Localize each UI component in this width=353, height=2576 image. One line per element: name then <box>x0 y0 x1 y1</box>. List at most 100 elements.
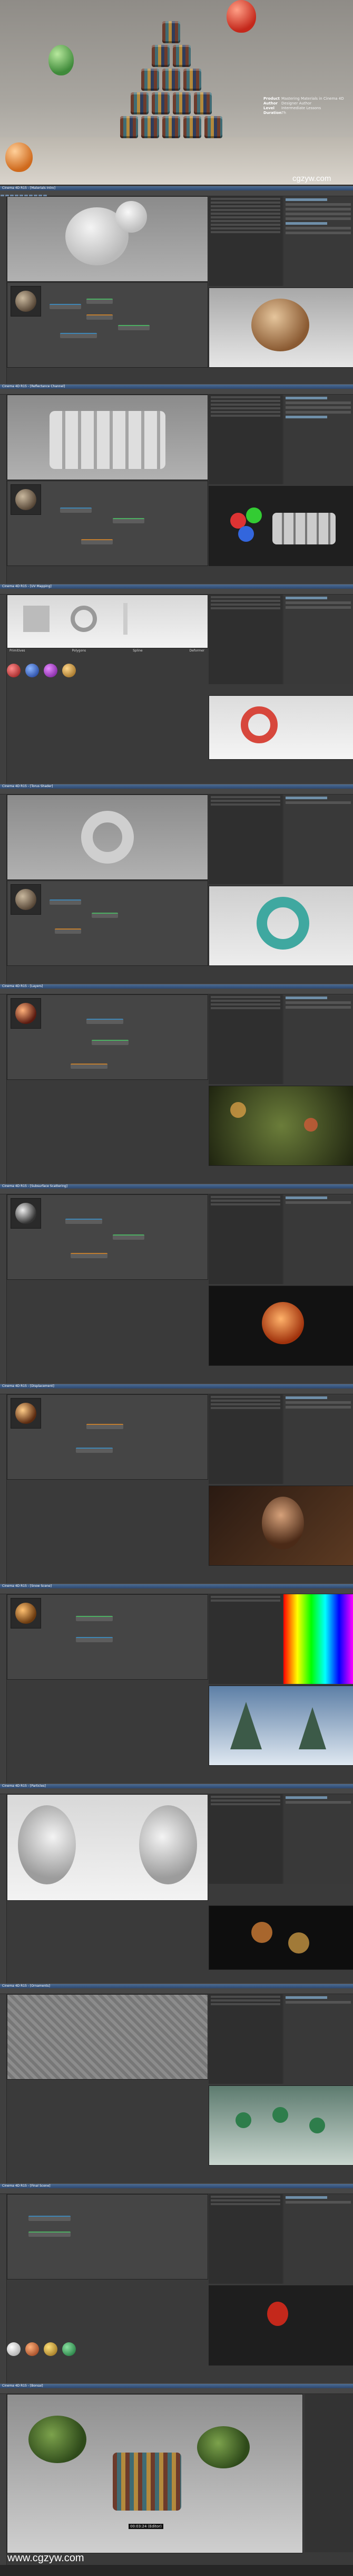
node-editor[interactable] <box>7 1394 208 1480</box>
object-list[interactable] <box>209 994 282 1084</box>
info-row: Duration7h <box>263 111 348 116</box>
node[interactable] <box>60 507 92 513</box>
tin-can <box>204 116 222 138</box>
material-swatch[interactable] <box>62 2342 76 2356</box>
material-swatch[interactable] <box>44 664 58 677</box>
mouse-ear <box>115 201 147 233</box>
material-swatch[interactable] <box>25 664 40 677</box>
object-list[interactable] <box>209 595 282 684</box>
attribute-manager[interactable] <box>283 1994 353 2084</box>
object-list[interactable] <box>209 794 282 884</box>
title-bar: Cinema 4D R15 - [Snow Scene] <box>0 1584 353 1588</box>
viewport[interactable]: 00:03:24 (Editor) <box>7 2394 303 2553</box>
attribute-manager[interactable] <box>283 595 353 684</box>
attribute-manager[interactable] <box>283 395 353 484</box>
node[interactable] <box>113 1234 144 1240</box>
material-preview <box>11 1398 41 1429</box>
left-toolbar <box>0 794 7 984</box>
node[interactable] <box>86 1019 123 1024</box>
node[interactable] <box>65 1219 102 1224</box>
color-picker[interactable] <box>283 1594 353 1684</box>
attribute-manager[interactable] <box>283 794 353 884</box>
viewport[interactable] <box>7 395 208 480</box>
title-bar: Cinema 4D R15 - [Particles] <box>0 1784 353 1788</box>
node[interactable] <box>86 314 113 320</box>
node[interactable] <box>71 1064 107 1069</box>
node[interactable] <box>55 928 81 934</box>
node[interactable] <box>86 299 113 304</box>
attribute-manager[interactable] <box>283 1394 353 1484</box>
tin-can <box>141 69 159 91</box>
material-swatch[interactable] <box>7 664 21 677</box>
render-view <box>209 886 353 966</box>
node[interactable] <box>60 333 97 338</box>
object-list[interactable] <box>209 1994 282 2084</box>
info-label: Product <box>263 97 280 101</box>
object-list[interactable] <box>209 1794 282 1884</box>
material-swatch[interactable] <box>7 2342 21 2356</box>
node-editor[interactable] <box>7 1594 208 1680</box>
object-list[interactable] <box>209 1194 282 1284</box>
tin-can <box>173 92 191 114</box>
node[interactable] <box>71 1253 107 1258</box>
tin-can-tower <box>111 21 232 158</box>
render-view <box>209 2085 353 2166</box>
node[interactable] <box>76 1637 113 1642</box>
attribute-manager[interactable] <box>283 2194 353 2284</box>
object-list[interactable] <box>209 196 282 286</box>
color-cup <box>238 526 254 542</box>
object-list[interactable] <box>209 2194 282 2284</box>
attribute-manager[interactable] <box>283 196 353 286</box>
attribute-manager[interactable] <box>283 994 353 1084</box>
attribute-manager[interactable] <box>283 1794 353 1884</box>
title-bar: Cinema 4D R15 - [UV Mapping] <box>0 585 353 589</box>
node[interactable] <box>76 1448 113 1453</box>
screenshot-sss: Cinema 4D R15 - [Subsurface Scattering] <box>0 1184 353 1384</box>
torus-model <box>81 811 134 864</box>
node[interactable] <box>86 1424 123 1429</box>
viewport[interactable] <box>7 1794 208 1901</box>
uv-label: Primitives <box>9 649 25 653</box>
material-swatches <box>7 664 78 679</box>
render-badge: 00:03:24 (Editor) <box>129 2524 163 2529</box>
tin-can <box>173 45 191 67</box>
node[interactable] <box>28 2232 71 2237</box>
object-list[interactable] <box>209 1394 282 1484</box>
viewport[interactable] <box>7 196 208 282</box>
screenshot-bonsai: Cinema 4D R15 - [Bonsai] 00:03:24 (Edito… <box>0 2383 353 2576</box>
tin-can <box>152 92 170 114</box>
window-title: Cinema 4D R15 - [Displacement] <box>2 1384 54 1388</box>
node[interactable] <box>81 539 113 544</box>
node[interactable] <box>92 1040 129 1045</box>
node[interactable] <box>50 304 81 309</box>
object-list[interactable] <box>209 395 282 484</box>
node-editor[interactable] <box>7 880 208 966</box>
node[interactable] <box>76 1616 113 1621</box>
material-swatch[interactable] <box>25 2342 40 2356</box>
node[interactable] <box>118 325 150 330</box>
node[interactable] <box>50 899 81 905</box>
node-editor[interactable] <box>7 994 208 1080</box>
viewport[interactable] <box>7 794 208 880</box>
node-editor[interactable] <box>7 2194 208 2280</box>
hero-banner: Product Mastering Materials in Cinema 4D … <box>0 0 353 185</box>
object-list[interactable] <box>209 1594 282 1684</box>
timeline[interactable] <box>0 2565 353 2576</box>
node[interactable] <box>113 518 144 523</box>
color-cup <box>272 513 336 544</box>
material-swatch[interactable] <box>44 2342 58 2356</box>
material-swatch[interactable] <box>62 664 76 677</box>
node-editor[interactable] <box>7 282 208 368</box>
attribute-manager[interactable] <box>283 1194 353 1284</box>
screenshot-reflectance: Cinema 4D R15 - [Reflectance Channel] <box>0 384 353 584</box>
node-editor[interactable] <box>7 1194 208 1280</box>
node[interactable] <box>92 913 118 918</box>
viewport[interactable] <box>7 1994 208 2080</box>
title-bar: Cinema 4D R15 - [Torus Shader] <box>0 784 353 789</box>
bonsai-tree <box>197 2426 250 2468</box>
viewport[interactable] <box>7 595 208 648</box>
window-title: Cinema 4D R15 - [Final Scene] <box>2 2184 51 2188</box>
node[interactable] <box>28 2216 71 2221</box>
object-manager <box>209 395 353 484</box>
node-editor[interactable] <box>7 481 208 566</box>
